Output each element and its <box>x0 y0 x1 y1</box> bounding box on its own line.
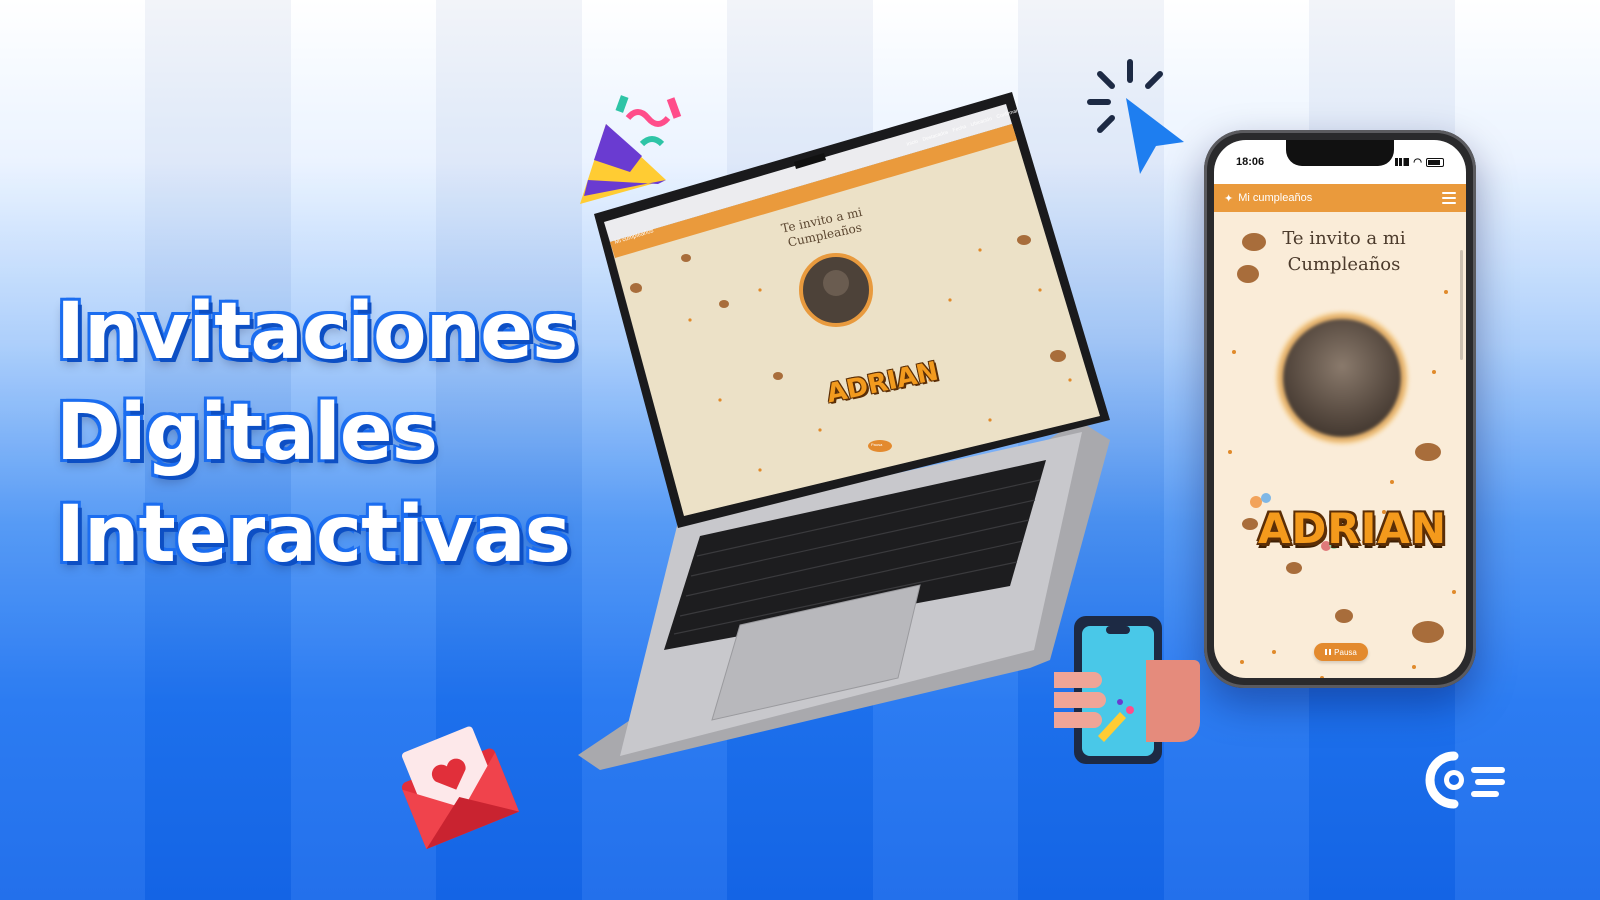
phone-notch <box>1286 140 1394 166</box>
phone-time: 18:06 <box>1236 156 1265 168</box>
party-hat-icon <box>580 95 682 204</box>
laptop-nav-inicio[interactable]: Inicio <box>906 139 919 148</box>
battery-icon <box>1426 157 1444 167</box>
love-letter-icon <box>401 726 520 850</box>
phone-screen: 18:06 ◠ ✦ Mi cumpleaños Te invito a mi C… <box>1214 140 1466 678</box>
laptop-title: Te invito a mi Cumpleaños <box>780 205 867 251</box>
phone-status-bar: 18:06 ◠ <box>1214 140 1466 184</box>
pause-icon <box>1325 649 1332 655</box>
laptop-nav-destacados[interactable]: Destacados <box>922 129 949 142</box>
phone-app: ✦ Mi cumpleaños Te invito a mi Cumpleaño… <box>1214 184 1466 678</box>
hand-phone-icon <box>1054 616 1200 764</box>
phone-brand-label: Mi cumpleaños <box>1238 192 1313 204</box>
phone-brand[interactable]: ✦ Mi cumpleaños <box>1224 192 1312 205</box>
brand-logo-icon <box>1425 751 1505 809</box>
laptop-nav: Inicio Destacados Fecha Ubicación Confir… <box>906 108 1019 148</box>
menu-icon[interactable] <box>1442 192 1456 204</box>
laptop-nav-fecha[interactable]: Fecha <box>952 124 967 134</box>
signal-icon <box>1395 158 1410 166</box>
phone: 18:06 ◠ ✦ Mi cumpleaños Te invito a mi C… <box>1204 130 1476 688</box>
laptop-pause-label[interactable]: Pausa <box>871 442 882 447</box>
phone-appbar: ✦ Mi cumpleaños <box>1214 184 1466 212</box>
phone-pause-label: Pausa <box>1334 647 1357 657</box>
phone-name: ADRIAN <box>1258 504 1447 553</box>
phone-decorations <box>1228 233 1456 678</box>
phone-pause-button[interactable]: Pausa <box>1314 643 1368 661</box>
party-popper-icon: ✦ <box>1224 192 1234 205</box>
laptop-name: ADRIAN <box>824 356 942 410</box>
laptop-brand[interactable]: Mi cumpleaños <box>614 228 654 246</box>
cursor-click-icon <box>1087 59 1184 174</box>
phone-status-icons: ◠ <box>1395 157 1444 168</box>
laptop-nav-confirmar[interactable]: Confirmar <box>996 108 1019 120</box>
phone-photo <box>1278 314 1406 442</box>
laptop-nav-ubicacion[interactable]: Ubicación <box>970 116 993 128</box>
wifi-icon: ◠ <box>1413 156 1422 168</box>
